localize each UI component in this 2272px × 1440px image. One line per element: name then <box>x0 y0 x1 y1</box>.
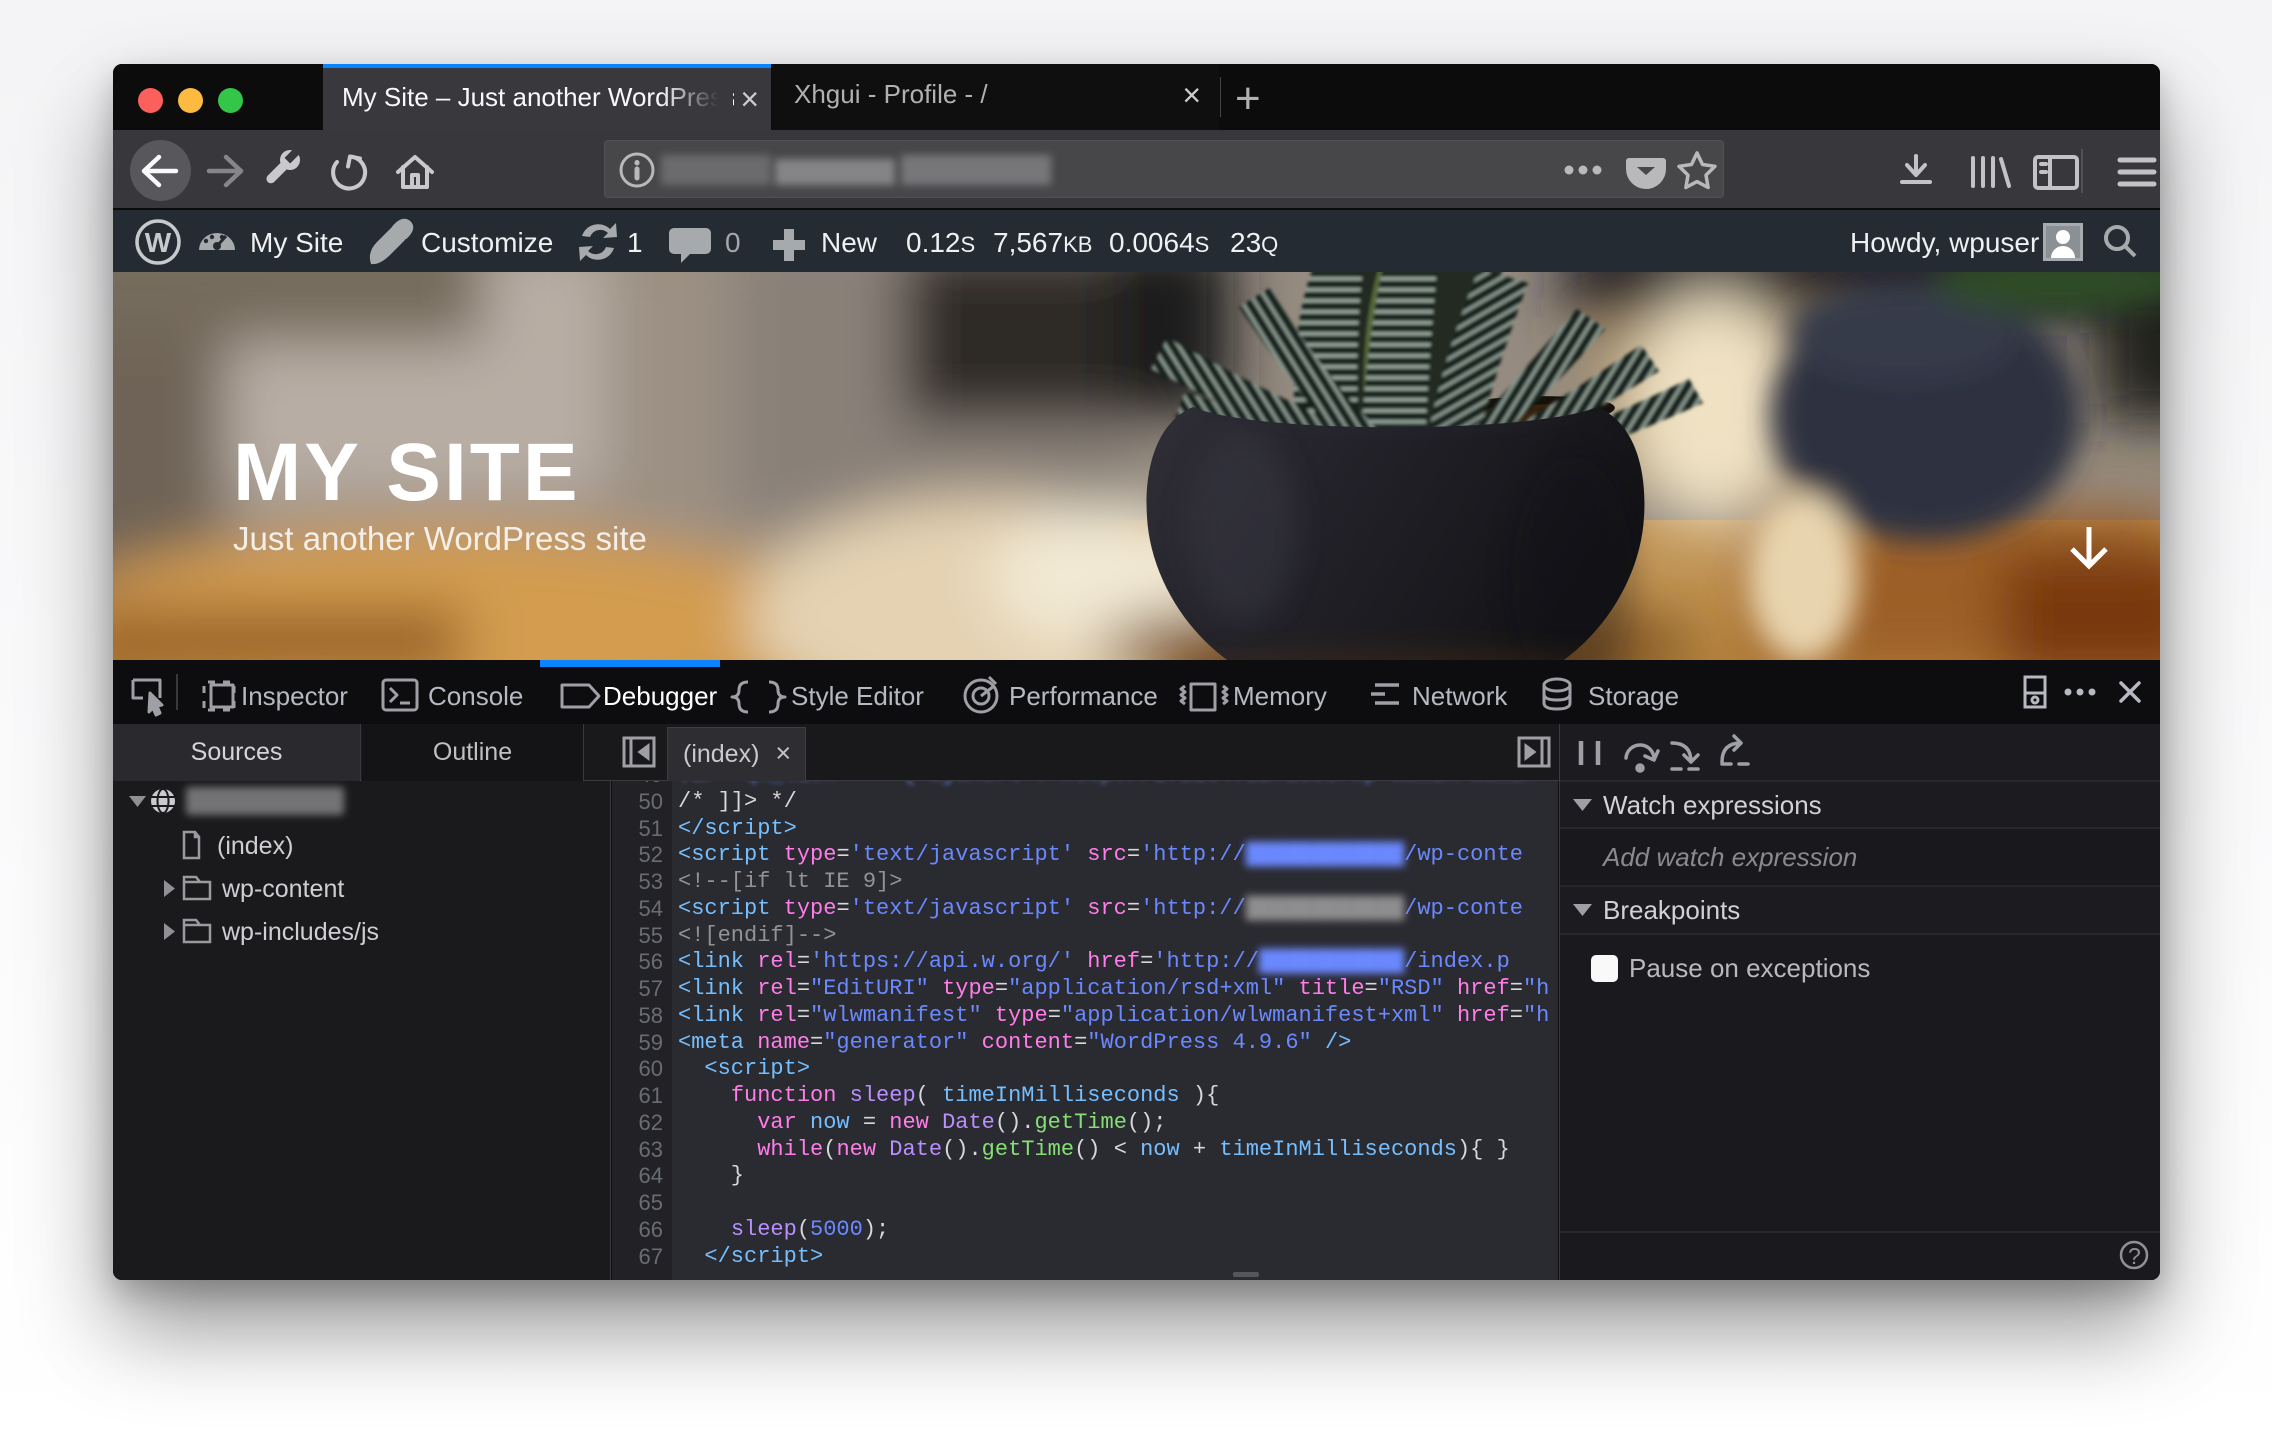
svg-text:(index): (index) <box>217 832 293 860</box>
svg-text:Performance: Performance <box>1009 681 1158 711</box>
svg-text:0: 0 <box>725 227 741 258</box>
svg-text:New: New <box>821 227 878 258</box>
svg-text:wp-includes/js: wp-includes/js <box>221 918 379 946</box>
svg-text:Storage: Storage <box>1588 681 1679 711</box>
svg-text:Style Editor: Style Editor <box>791 681 924 711</box>
svg-text:Inspector: Inspector <box>241 681 348 711</box>
svg-text:Console: Console <box>428 681 523 711</box>
svg-text:Debugger: Debugger <box>603 681 718 711</box>
svg-text:23Q: 23Q <box>1230 227 1278 258</box>
svg-text:?: ? <box>2128 1243 2141 1269</box>
svg-text:7,567KB: 7,567KB <box>993 227 1092 258</box>
svg-text:0.12S: 0.12S <box>906 227 975 258</box>
svg-text:Watch expressions: Watch expressions <box>1603 790 1822 820</box>
svg-text:Customize: Customize <box>421 227 553 258</box>
svg-text:W: W <box>145 227 172 258</box>
svg-text:1: 1 <box>627 227 643 258</box>
svg-text:Add watch expression: Add watch expression <box>1601 842 1857 872</box>
svg-text:Breakpoints: Breakpoints <box>1603 895 1740 925</box>
svg-text:Pause on exceptions: Pause on exceptions <box>1629 953 1870 983</box>
svg-text:My Site: My Site <box>250 227 343 258</box>
svg-text:Memory: Memory <box>1233 681 1327 711</box>
svg-text:Network: Network <box>1412 681 1508 711</box>
svg-text:Howdy, wpuser: Howdy, wpuser <box>1850 227 2039 258</box>
svg-text:wp-content: wp-content <box>221 875 344 903</box>
svg-text:0.0064S: 0.0064S <box>1109 227 1209 258</box>
